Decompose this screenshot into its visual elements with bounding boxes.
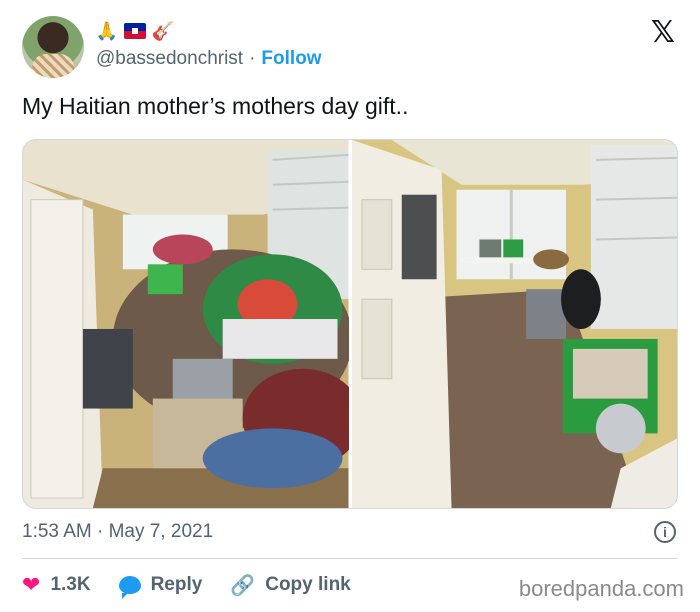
photo-cleaned-room[interactable] — [351, 140, 677, 508]
tweet-date: May 7, 2021 — [108, 521, 214, 542]
timestamp-separator: · — [97, 521, 104, 542]
cleaned-room-image — [351, 140, 677, 508]
tweet-timestamp[interactable]: 1:53 AM · May 7, 2021 — [22, 521, 213, 543]
copy-link-button[interactable]: 🔗 Copy link — [230, 573, 350, 598]
handle-row: @bassedonchrist · Follow — [96, 48, 322, 70]
cluttered-room-image — [23, 140, 349, 508]
author-handle[interactable]: @bassedonchrist — [96, 48, 243, 70]
tweet-text: My Haitian mother’s mothers day gift.. — [22, 93, 409, 119]
guitar-icon: 🎸 — [151, 21, 175, 41]
action-bar: ❤ 1.3K Reply 🔗 Copy link — [22, 570, 351, 600]
display-name-emoji[interactable]: 🙏 🎸 — [96, 20, 174, 42]
reply-label: Reply — [150, 574, 203, 595]
like-button[interactable]: ❤ 1.3K — [22, 574, 91, 596]
reply-button[interactable]: Reply — [118, 574, 203, 599]
praying-hands-icon: 🙏 — [95, 21, 119, 41]
photo-cluttered-room[interactable] — [23, 140, 349, 508]
follow-button[interactable]: Follow — [261, 48, 321, 70]
media-grid — [22, 139, 678, 509]
info-icon[interactable]: i — [654, 521, 676, 543]
x-logo-icon[interactable]: 𝕏 — [648, 18, 678, 48]
watermark: boredpanda.com — [518, 576, 684, 601]
heart-icon: ❤ — [22, 572, 41, 597]
separator-dot: · — [249, 48, 256, 69]
haiti-flag-icon — [124, 23, 146, 39]
tweet-card: 🙏 🎸 @bassedonchrist · Follow 𝕏 My Haitia… — [0, 0, 700, 612]
tweet-time: 1:53 AM — [22, 521, 92, 542]
copy-link-label: Copy link — [265, 574, 351, 595]
avatar[interactable] — [22, 16, 84, 78]
avatar-shirt — [32, 54, 74, 78]
reply-bubble-icon — [118, 576, 141, 599]
link-icon: 🔗 — [230, 574, 256, 597]
tweet-header: 🙏 🎸 @bassedonchrist · Follow 𝕏 — [22, 16, 678, 80]
divider — [22, 558, 678, 559]
like-count: 1.3K — [50, 574, 91, 595]
